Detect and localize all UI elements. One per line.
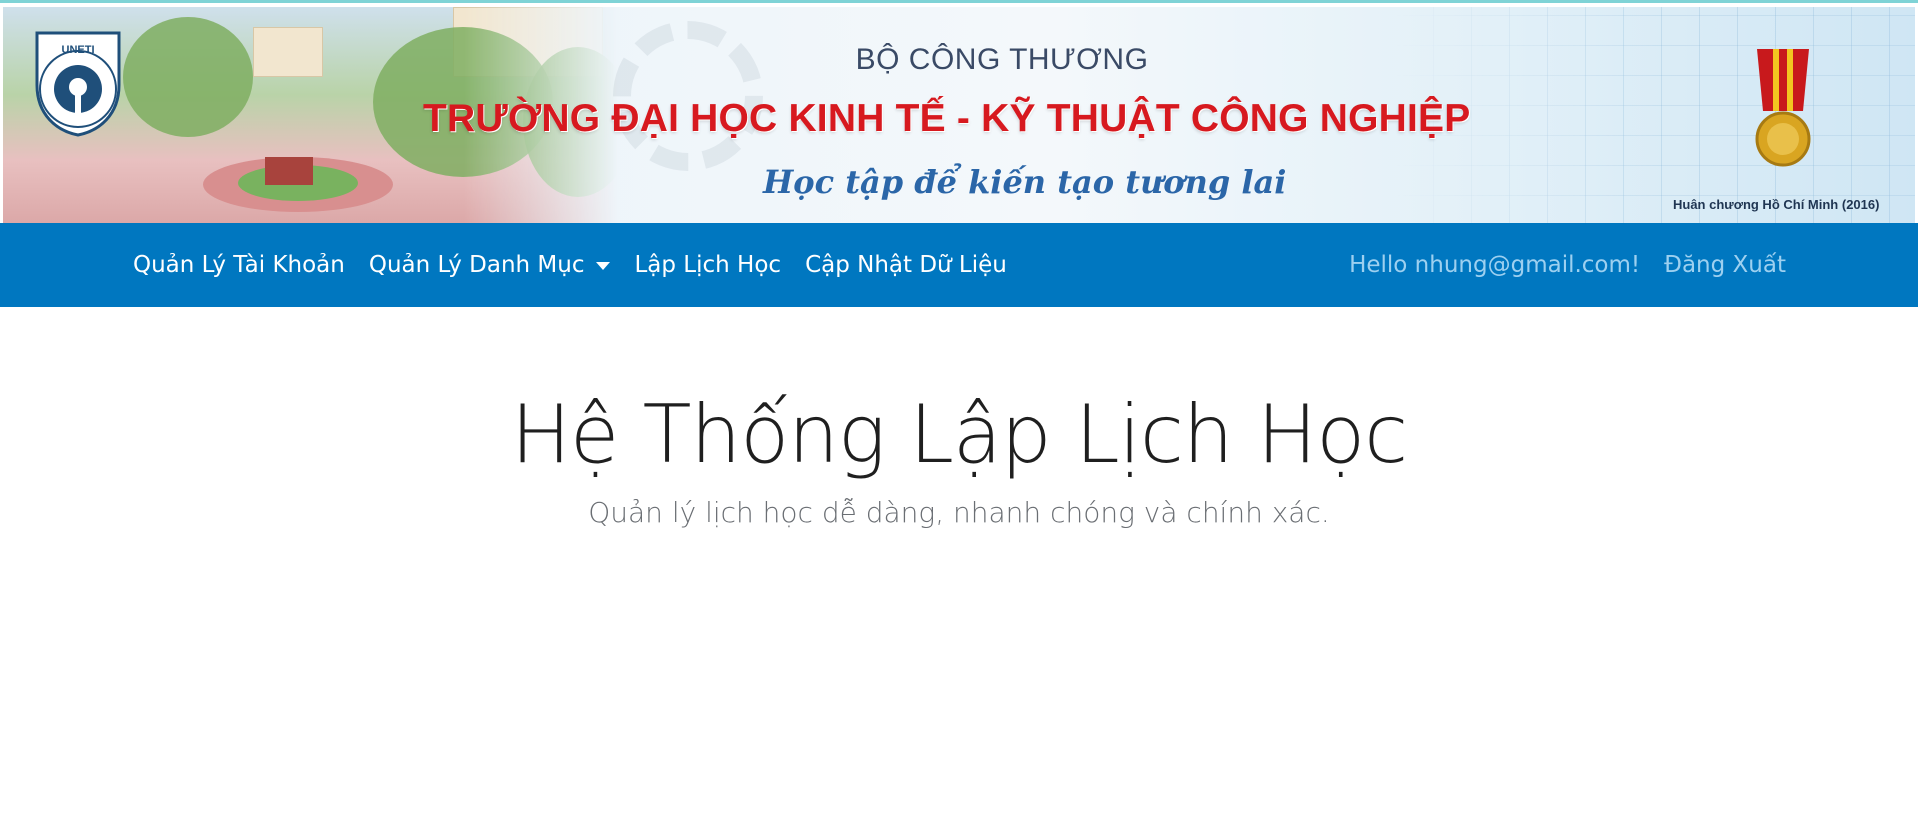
- site-banner: UNETI BỘ CÔNG THƯƠNG TRƯỜNG ĐẠI HỌC KINH…: [3, 7, 1915, 226]
- school-slogan: Học tập để kiến tạo tương lai: [763, 163, 1287, 201]
- page-title: Hệ Thống Lập Lịch Học: [510, 388, 1408, 481]
- page-subtitle: Quản lý lịch học dễ dàng, nhanh chóng và…: [588, 496, 1330, 529]
- medal-icon: [1755, 49, 1811, 167]
- nav-account-management[interactable]: Quản Lý Tài Khoản: [121, 252, 357, 278]
- nav-schedule[interactable]: Lập Lịch Học: [622, 252, 793, 278]
- school-name: TRƯỜNG ĐẠI HỌC KINH TẾ - KỸ THUẬT CÔNG N…: [423, 97, 1471, 140]
- nav-category-management-dropdown[interactable]: Quản Lý Danh Mục: [357, 252, 623, 278]
- caret-down-icon: [596, 262, 611, 270]
- ministry-name: BỘ CÔNG THƯƠNG: [855, 43, 1149, 76]
- medal-caption: Huân chương Hồ Chí Minh (2016): [1673, 197, 1880, 212]
- top-accent-line: [0, 0, 1918, 3]
- user-menu: Hello nhung@gmail.com! Đăng Xuất: [1337, 223, 1798, 307]
- main-navbar: Quản Lý Tài Khoản Quản Lý Danh Mục Lập L…: [0, 223, 1918, 307]
- circuit-decoration: [1395, 7, 1915, 226]
- logout-button[interactable]: Đăng Xuất: [1652, 252, 1798, 278]
- nav-menu: Quản Lý Tài Khoản Quản Lý Danh Mục Lập L…: [121, 223, 1019, 307]
- nav-update-data[interactable]: Cập Nhật Dữ Liệu: [793, 252, 1019, 278]
- user-greeting-link[interactable]: Hello nhung@gmail.com!: [1337, 252, 1652, 278]
